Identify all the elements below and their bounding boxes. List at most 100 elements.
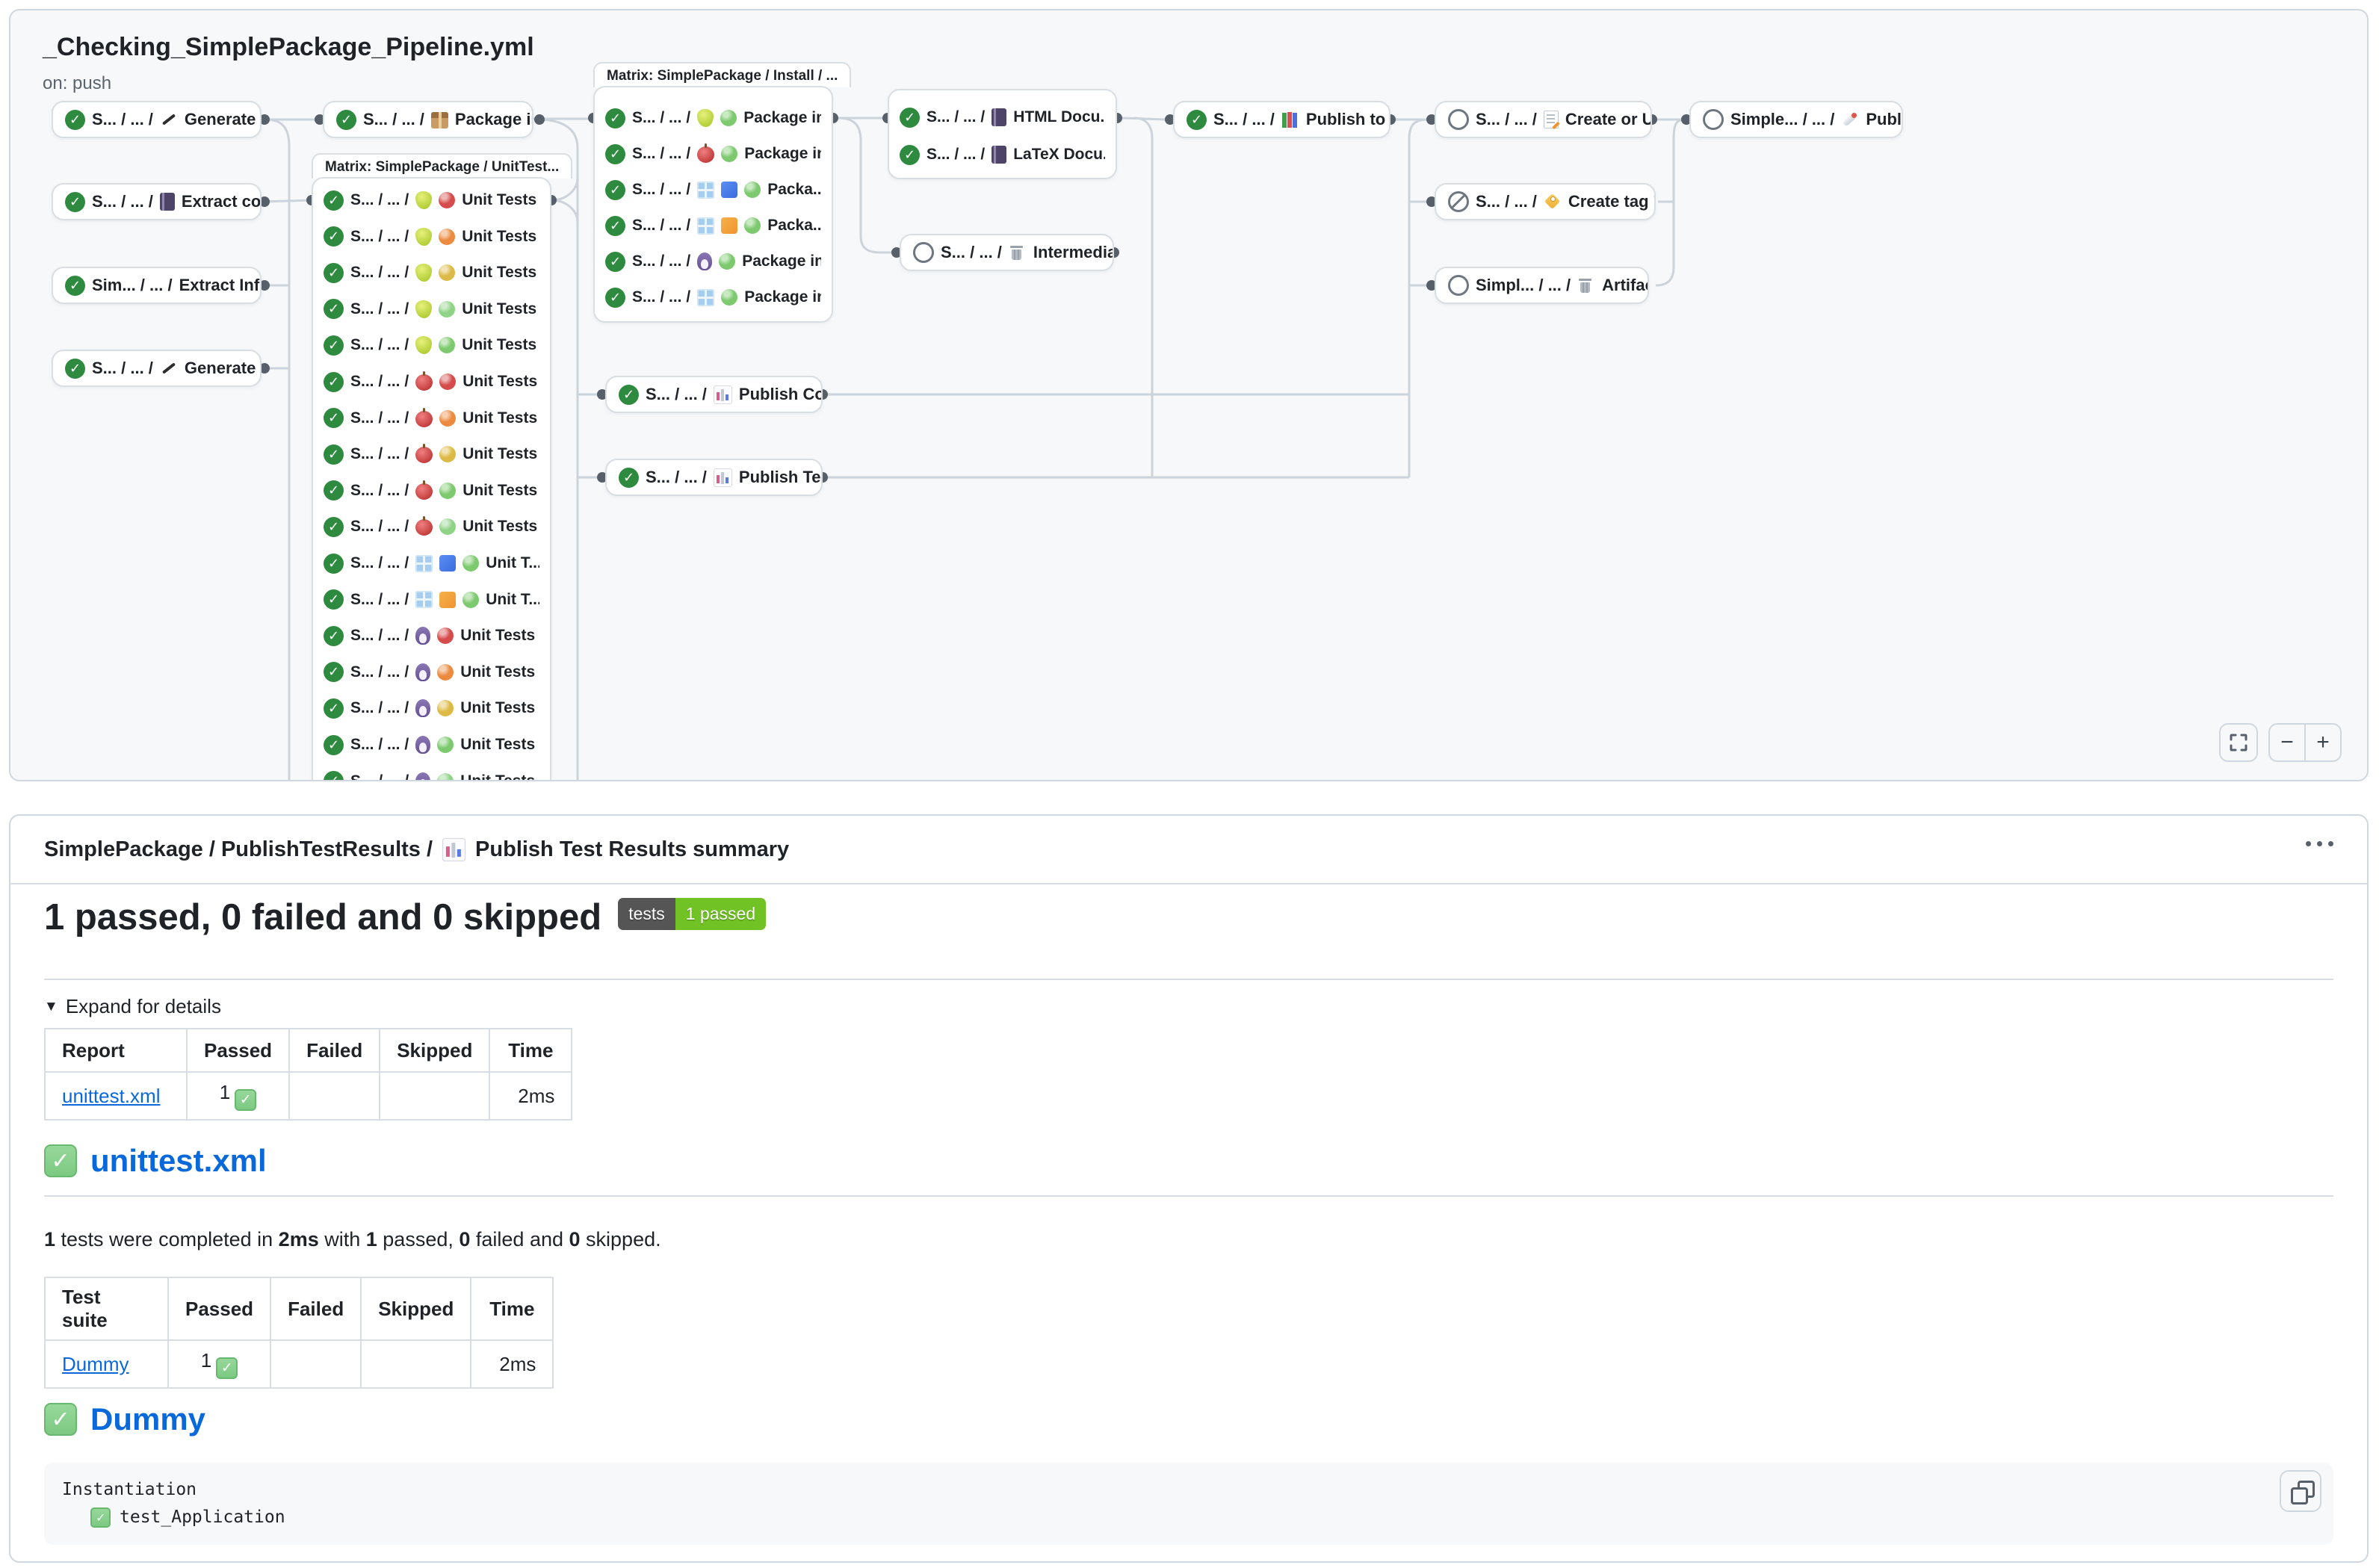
- suite-heading-link[interactable]: Dummy: [90, 1401, 205, 1437]
- node-prefix: S... / ... /: [363, 110, 424, 129]
- node-prefix: S... / ... /: [632, 217, 690, 235]
- node-prefix: S... / ... /: [350, 300, 409, 318]
- test-passed-check-icon: ✓: [90, 1507, 111, 1528]
- report-table: ReportPassed FailedSkipped Time unittest…: [44, 1028, 572, 1121]
- zoom-out-button[interactable]: −: [2270, 725, 2306, 760]
- node-prefix: S... / ... /: [632, 181, 690, 199]
- apple-icon: [415, 483, 433, 500]
- node-prefix: S... / ... /: [350, 518, 409, 536]
- workflow-node-ghp[interactable]: ✓S... / ... /Publish to GH-P...7s: [1173, 101, 1390, 138]
- matrix-job-node[interactable]: ✓S... / ... /Packa...1m 48s: [605, 208, 821, 244]
- status-success-icon: ✓: [324, 408, 344, 428]
- green2-icon: [437, 773, 454, 781]
- suite-heading: ✓ Dummy: [44, 1401, 2333, 1437]
- matrix-job-node[interactable]: ✓S... / ... /Unit Tests - ...18s: [324, 327, 539, 363]
- suite-link[interactable]: Dummy: [62, 1353, 129, 1375]
- copy-button[interactable]: [2280, 1470, 2321, 1512]
- matrix-job-node[interactable]: ✓S... / ... /Unit Tests - ...19s: [324, 255, 539, 291]
- workflow-node-tag[interactable]: S... / ... /Create tag '${{ in...0s: [1435, 183, 1656, 220]
- matrix-job-node[interactable]: ✓S... / ... /Unit Tests - ...14s: [324, 763, 539, 781]
- matrix-job-node[interactable]: ✓S... / ... /Unit Tests - ...25s: [324, 436, 539, 472]
- node-prefix: S... / ... /: [350, 228, 409, 246]
- matrix-job-node[interactable]: ✓S... / ... /Packa...1m 45s: [605, 172, 821, 208]
- bar-chart-icon: [442, 837, 465, 861]
- node-prefix: S... / ... /: [646, 468, 707, 487]
- yellow-icon: [437, 700, 454, 716]
- red-icon: [437, 627, 454, 644]
- matrix-job-node[interactable]: ✓S... / ... /Unit Tests - ...40s: [324, 509, 539, 545]
- workflow-graph-panel[interactable]: _Checking_SimplePackage_Pipeline.yml on:…: [9, 9, 2369, 781]
- matrix-job-node[interactable]: ✓S... / ... /Package ins...11s: [605, 100, 821, 136]
- status-success-icon: ✓: [324, 517, 344, 537]
- status-success-icon: ✓: [619, 468, 639, 488]
- matrix-job-node[interactable]: ✓S... / ... /Unit T...2m 7s: [324, 545, 539, 581]
- node-label: Unit T...: [486, 591, 539, 609]
- node-label: Package ins...: [744, 288, 821, 306]
- expand-details-toggle[interactable]: ▼ Expand for details: [44, 995, 221, 1018]
- matrix-job-node[interactable]: ✓S... / ... /HTML Docu...1m 46s: [900, 99, 1105, 135]
- matrix-job-node[interactable]: ✓S... / ... /Unit Tests - ...20s: [324, 291, 539, 327]
- matrix-job-node[interactable]: ✓S... / ... /Package ins...14s: [605, 136, 821, 172]
- status-success-icon: ✓: [324, 735, 344, 755]
- status-success-icon: ✓: [65, 276, 85, 296]
- matrix-job-node[interactable]: ✓S... / ... /Unit Tests - ...30s: [324, 400, 539, 436]
- node-label: Package ins...: [743, 109, 821, 127]
- node-label: Unit Tests - ...: [460, 736, 539, 754]
- zoom-in-button[interactable]: +: [2306, 725, 2340, 760]
- matrix-job-node[interactable]: ✓S... / ... /Unit Tests - ...15s: [324, 690, 539, 726]
- workflow-node-pypi[interactable]: Simple... / ... /Publish to PyPI: [1689, 101, 1903, 138]
- node-prefix: Sim... / ... /: [92, 276, 173, 295]
- success-check-icon: ✓: [44, 1403, 77, 1436]
- fullscreen-button[interactable]: [2219, 723, 2258, 762]
- node-label: Create or Update R...: [1565, 110, 1652, 129]
- workflow-node-code[interactable]: ✓S... / ... /Publish Code C...22s: [605, 376, 823, 413]
- matrix-job-node[interactable]: ✓S... / ... /Unit Tests - ...13s: [324, 654, 539, 690]
- node-prefix: S... / ... /: [350, 772, 409, 781]
- node-label: Unit Tests - ...: [460, 772, 539, 781]
- workflow-node-cu[interactable]: S... / ... /Create or Update R...: [1435, 101, 1652, 138]
- status-success-icon: ✓: [336, 110, 356, 130]
- red-icon: [439, 192, 455, 208]
- matrix-job-node[interactable]: ✓S... / ... /Unit Tests - ...16s: [324, 618, 539, 654]
- matrix-job-node[interactable]: ✓S... / ... /Unit Tests - ...36s: [324, 182, 539, 218]
- expand-label: Expand for details: [66, 995, 221, 1018]
- workflow-node-d[interactable]: ✓S... / ... /Generate pipelin...4s: [52, 350, 262, 387]
- expand-caret-icon: ▼: [44, 999, 58, 1015]
- workflow-node-a[interactable]: ✓S... / ... /Generate pipelin...3s: [52, 101, 262, 138]
- pencil-icon: [160, 359, 178, 377]
- matrix-job-node[interactable]: ✓S... / ... /Package inst...9s: [605, 244, 821, 279]
- matrix-job-node[interactable]: ✓S... / ... /Unit Tests - ...27s: [324, 473, 539, 509]
- matrix-job-node[interactable]: ✓S... / ... /Unit Tests - ...14s: [324, 727, 539, 763]
- node-label: Publish to GH-P...: [1306, 110, 1390, 129]
- workflow-node-b[interactable]: ✓S... / ... /Extract configur...6s: [52, 183, 262, 220]
- workflow-node-c[interactable]: ✓Sim... / ... /Extract Information4s: [52, 267, 262, 304]
- orange-icon: [437, 664, 454, 681]
- matrix-job-node[interactable]: ✓S... / ... /Unit Tests - ...28s: [324, 364, 539, 400]
- report-link[interactable]: unittest.xml: [62, 1085, 161, 1107]
- node-label: Unit Tests - ...: [462, 264, 539, 282]
- matrix-job-node[interactable]: ✓S... / ... /Unit Tests - ...39s: [324, 219, 539, 255]
- matrix-job-node[interactable]: ✓S... / ... /Package ins...22s: [605, 279, 821, 315]
- matrix-job-node[interactable]: ✓S... / ... /LaTeX Docu...1m 18s: [900, 137, 1105, 173]
- breadcrumb-prefix: SimplePackage / PublishTestResults /: [44, 837, 433, 862]
- node-prefix: S... / ... /: [92, 110, 153, 129]
- matrix-job-node[interactable]: ✓S... / ... /Unit T...2m 3s: [324, 582, 539, 618]
- node-label: Intermediate Artifa...: [1033, 243, 1114, 262]
- kebab-menu-button[interactable]: [2306, 841, 2333, 846]
- report-heading-link[interactable]: unittest.xml: [90, 1143, 267, 1179]
- workflow-node-inter[interactable]: S... / ... /Intermediate Artifa...: [900, 234, 1114, 271]
- test-output-block: Instantiation ✓ test_Application: [44, 1463, 2333, 1545]
- node-prefix: S... / ... /: [350, 663, 409, 681]
- workflow-node-test[interactable]: ✓S... / ... /Publish Test Re...14s: [605, 459, 823, 496]
- node-prefix: S... / ... /: [350, 554, 409, 572]
- status-success-icon: ✓: [65, 359, 85, 379]
- workflow-node-cleanup[interactable]: Simpl... / ... /Artifact Cleanup: [1435, 267, 1649, 304]
- status-success-icon: ✓: [324, 662, 344, 682]
- node-prefix: S... / ... /: [350, 264, 409, 282]
- workflow-node-e[interactable]: ✓S... / ... /Package in Sou...18s: [323, 101, 533, 138]
- status-success-icon: ✓: [65, 110, 85, 130]
- green-icon: [439, 337, 455, 353]
- bluesq-icon: [439, 555, 456, 571]
- notebook-icon: [991, 146, 1006, 164]
- status-success-icon: ✓: [324, 226, 344, 247]
